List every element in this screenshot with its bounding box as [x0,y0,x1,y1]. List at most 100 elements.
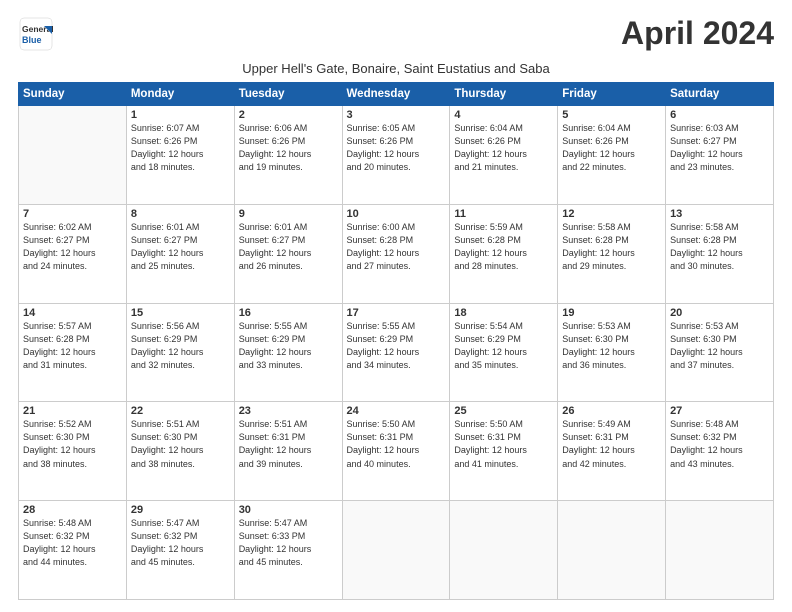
table-row: 13Sunrise: 5:58 AMSunset: 6:28 PMDayligh… [666,204,774,303]
day-number: 25 [454,405,553,417]
table-row: 26Sunrise: 5:49 AMSunset: 6:31 PMDayligh… [558,402,666,501]
table-row: 30Sunrise: 5:47 AMSunset: 6:33 PMDayligh… [234,501,342,600]
table-row [19,106,127,205]
day-number: 30 [239,504,338,516]
day-info: Sunrise: 5:57 AMSunset: 6:28 PMDaylight:… [23,320,122,372]
day-info: Sunrise: 5:48 AMSunset: 6:32 PMDaylight:… [23,517,122,569]
day-info: Sunrise: 5:47 AMSunset: 6:32 PMDaylight:… [131,517,230,569]
day-number: 20 [670,307,769,319]
day-number: 17 [347,307,446,319]
day-number: 26 [562,405,661,417]
table-row: 29Sunrise: 5:47 AMSunset: 6:32 PMDayligh… [126,501,234,600]
day-number: 12 [562,208,661,220]
table-row: 11Sunrise: 5:59 AMSunset: 6:28 PMDayligh… [450,204,558,303]
header-tuesday: Tuesday [234,83,342,106]
day-info: Sunrise: 5:53 AMSunset: 6:30 PMDaylight:… [562,320,661,372]
calendar-table: Sunday Monday Tuesday Wednesday Thursday… [18,82,774,600]
day-number: 28 [23,504,122,516]
header-wednesday: Wednesday [342,83,450,106]
table-row: 7Sunrise: 6:02 AMSunset: 6:27 PMDaylight… [19,204,127,303]
day-info: Sunrise: 5:47 AMSunset: 6:33 PMDaylight:… [239,517,338,569]
table-row [666,501,774,600]
day-number: 18 [454,307,553,319]
day-info: Sunrise: 5:55 AMSunset: 6:29 PMDaylight:… [347,320,446,372]
table-row [558,501,666,600]
day-info: Sunrise: 6:06 AMSunset: 6:26 PMDaylight:… [239,122,338,174]
table-row: 10Sunrise: 6:00 AMSunset: 6:28 PMDayligh… [342,204,450,303]
day-number: 21 [23,405,122,417]
table-row: 6Sunrise: 6:03 AMSunset: 6:27 PMDaylight… [666,106,774,205]
day-number: 10 [347,208,446,220]
day-number: 14 [23,307,122,319]
table-row: 25Sunrise: 5:50 AMSunset: 6:31 PMDayligh… [450,402,558,501]
table-row: 1Sunrise: 6:07 AMSunset: 6:26 PMDaylight… [126,106,234,205]
calendar-week-row: 21Sunrise: 5:52 AMSunset: 6:30 PMDayligh… [19,402,774,501]
day-info: Sunrise: 6:07 AMSunset: 6:26 PMDaylight:… [131,122,230,174]
day-number: 15 [131,307,230,319]
day-info: Sunrise: 5:54 AMSunset: 6:29 PMDaylight:… [454,320,553,372]
day-info: Sunrise: 5:51 AMSunset: 6:30 PMDaylight:… [131,418,230,470]
header-monday: Monday [126,83,234,106]
day-number: 13 [670,208,769,220]
day-info: Sunrise: 5:56 AMSunset: 6:29 PMDaylight:… [131,320,230,372]
table-row: 14Sunrise: 5:57 AMSunset: 6:28 PMDayligh… [19,303,127,402]
day-number: 19 [562,307,661,319]
day-number: 11 [454,208,553,220]
calendar-week-row: 28Sunrise: 5:48 AMSunset: 6:32 PMDayligh… [19,501,774,600]
table-row: 15Sunrise: 5:56 AMSunset: 6:29 PMDayligh… [126,303,234,402]
day-info: Sunrise: 5:48 AMSunset: 6:32 PMDaylight:… [670,418,769,470]
day-info: Sunrise: 6:02 AMSunset: 6:27 PMDaylight:… [23,221,122,273]
day-info: Sunrise: 5:55 AMSunset: 6:29 PMDaylight:… [239,320,338,372]
page: General Blue April 2024 Upper Hell's Gat… [0,0,792,612]
header: General Blue April 2024 [18,16,774,57]
table-row: 18Sunrise: 5:54 AMSunset: 6:29 PMDayligh… [450,303,558,402]
table-row: 9Sunrise: 6:01 AMSunset: 6:27 PMDaylight… [234,204,342,303]
day-number: 6 [670,109,769,121]
table-row: 21Sunrise: 5:52 AMSunset: 6:30 PMDayligh… [19,402,127,501]
day-number: 23 [239,405,338,417]
day-info: Sunrise: 6:01 AMSunset: 6:27 PMDaylight:… [131,221,230,273]
day-number: 1 [131,109,230,121]
day-info: Sunrise: 5:53 AMSunset: 6:30 PMDaylight:… [670,320,769,372]
day-number: 24 [347,405,446,417]
day-number: 8 [131,208,230,220]
day-number: 7 [23,208,122,220]
day-number: 5 [562,109,661,121]
title-block: April 2024 [621,16,774,51]
table-row: 3Sunrise: 6:05 AMSunset: 6:26 PMDaylight… [342,106,450,205]
table-row [342,501,450,600]
table-row [450,501,558,600]
table-row: 16Sunrise: 5:55 AMSunset: 6:29 PMDayligh… [234,303,342,402]
weekday-header-row: Sunday Monday Tuesday Wednesday Thursday… [19,83,774,106]
table-row: 5Sunrise: 6:04 AMSunset: 6:26 PMDaylight… [558,106,666,205]
day-info: Sunrise: 5:50 AMSunset: 6:31 PMDaylight:… [454,418,553,470]
day-info: Sunrise: 5:52 AMSunset: 6:30 PMDaylight:… [23,418,122,470]
day-number: 2 [239,109,338,121]
header-saturday: Saturday [666,83,774,106]
day-number: 4 [454,109,553,121]
table-row: 27Sunrise: 5:48 AMSunset: 6:32 PMDayligh… [666,402,774,501]
day-number: 27 [670,405,769,417]
day-info: Sunrise: 6:05 AMSunset: 6:26 PMDaylight:… [347,122,446,174]
day-number: 29 [131,504,230,516]
day-info: Sunrise: 5:51 AMSunset: 6:31 PMDaylight:… [239,418,338,470]
subtitle: Upper Hell's Gate, Bonaire, Saint Eustat… [18,61,774,76]
day-number: 16 [239,307,338,319]
day-info: Sunrise: 5:59 AMSunset: 6:28 PMDaylight:… [454,221,553,273]
day-info: Sunrise: 6:04 AMSunset: 6:26 PMDaylight:… [454,122,553,174]
day-info: Sunrise: 5:49 AMSunset: 6:31 PMDaylight:… [562,418,661,470]
header-thursday: Thursday [450,83,558,106]
month-title: April 2024 [621,16,774,51]
logo-icon: General Blue [18,16,54,52]
day-info: Sunrise: 6:00 AMSunset: 6:28 PMDaylight:… [347,221,446,273]
table-row: 28Sunrise: 5:48 AMSunset: 6:32 PMDayligh… [19,501,127,600]
table-row: 17Sunrise: 5:55 AMSunset: 6:29 PMDayligh… [342,303,450,402]
logo: General Blue [18,16,54,57]
table-row: 23Sunrise: 5:51 AMSunset: 6:31 PMDayligh… [234,402,342,501]
table-row: 4Sunrise: 6:04 AMSunset: 6:26 PMDaylight… [450,106,558,205]
header-friday: Friday [558,83,666,106]
day-number: 3 [347,109,446,121]
table-row: 19Sunrise: 5:53 AMSunset: 6:30 PMDayligh… [558,303,666,402]
day-info: Sunrise: 5:50 AMSunset: 6:31 PMDaylight:… [347,418,446,470]
day-info: Sunrise: 5:58 AMSunset: 6:28 PMDaylight:… [670,221,769,273]
